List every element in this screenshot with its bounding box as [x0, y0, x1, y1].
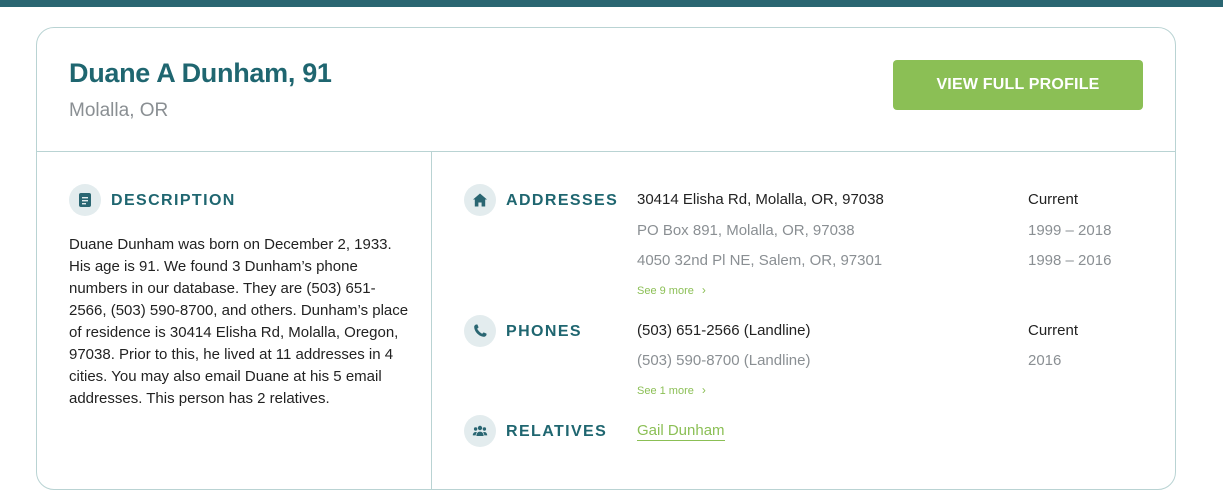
address-current: 30414 Elisha Rd, Molalla, OR, 97038 — [637, 191, 884, 208]
address-previous-period: 1999 – 2018 — [1028, 222, 1112, 239]
description-title: DESCRIPTION — [111, 192, 236, 209]
addresses-title: ADDRESSES — [506, 192, 619, 209]
view-full-profile-button[interactable]: VIEW FULL PROFILE — [893, 60, 1143, 110]
phone-current: (503) 651-2566 (Landline) — [637, 322, 811, 339]
top-bar — [0, 0, 1223, 7]
people-icon — [464, 415, 496, 447]
see-more-phones-link[interactable]: See 1 more › — [637, 383, 706, 397]
person-name: Duane A Dunham, 91 — [69, 58, 332, 88]
phone-icon — [464, 315, 496, 347]
details-section: ADDRESSES 30414 Elisha Rd, Molalla, OR, … — [432, 152, 1175, 489]
phone-previous: (503) 590-8700 (Landline) — [637, 352, 811, 369]
address-previous-period: 1998 – 2016 — [1028, 252, 1112, 269]
description-text: Duane Dunham was born on December 2, 193… — [69, 236, 409, 407]
chevron-right-icon: › — [701, 383, 706, 397]
see-more-label: See 1 more — [637, 385, 694, 397]
description-section: DESCRIPTION Duane Dunham was born on Dec… — [37, 152, 432, 489]
address-previous: PO Box 891, Molalla, OR, 97038 — [637, 222, 855, 239]
see-more-label: See 9 more — [637, 285, 694, 297]
home-icon — [464, 184, 496, 216]
document-icon — [69, 184, 101, 216]
phone-previous-period: 2016 — [1028, 352, 1062, 369]
chevron-right-icon: › — [701, 283, 706, 297]
person-location: Molalla, OR — [69, 100, 169, 121]
phone-current-period: Current — [1028, 322, 1079, 339]
phones-title: PHONES — [506, 323, 582, 340]
see-more-addresses-link[interactable]: See 9 more › — [637, 283, 706, 297]
person-card: Duane A Dunham, 91 Molalla, OR VIEW FULL… — [36, 27, 1176, 490]
card-header: Duane A Dunham, 91 Molalla, OR VIEW FULL… — [37, 28, 1175, 152]
relative-link[interactable]: Gail Dunham — [637, 422, 725, 441]
relatives-title: RELATIVES — [506, 423, 608, 440]
address-current-period: Current — [1028, 191, 1079, 208]
address-previous: 4050 32nd Pl NE, Salem, OR, 97301 — [637, 252, 883, 269]
